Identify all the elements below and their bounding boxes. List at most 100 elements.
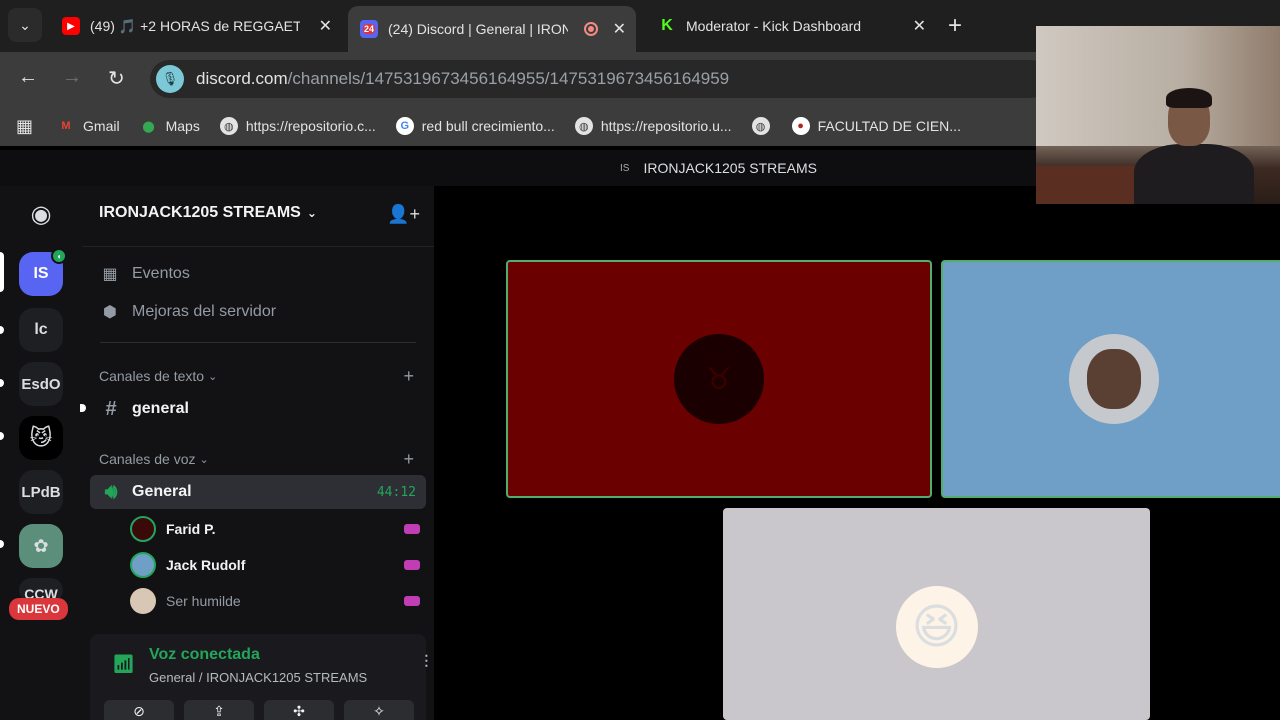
speaker-icon: 🔊︎ xyxy=(104,480,118,503)
bookmark-gmail[interactable]: M Gmail xyxy=(57,117,120,135)
bookmark-repositorio-c[interactable]: ◍ https://repositorio.c... xyxy=(219,117,376,135)
discord-app: IS IRONJACK1205 STREAMS ◉ IS ◖ lc EsdO 😼… xyxy=(0,150,1280,720)
share-screen-button[interactable]: ⇪ xyxy=(184,700,254,720)
voice-stage: ♉ 😆 xyxy=(434,186,1280,720)
unread-indicator xyxy=(0,326,4,334)
events-item[interactable]: ▦ Eventos xyxy=(100,264,190,284)
server-image-icon: ✿ xyxy=(33,535,49,556)
bookmark-google-search[interactable]: G red bull crecimiento... xyxy=(395,117,555,135)
bookmark-label: FACULTAD DE CIEN... xyxy=(817,118,961,134)
server-icon-is[interactable]: IS ◖ xyxy=(19,248,67,296)
tab-kick[interactable]: K Moderator - Kick Dashboard ✕ xyxy=(646,8,936,44)
forward-button[interactable]: → xyxy=(62,66,82,89)
user-name: Jack Rudolf xyxy=(166,557,246,573)
unread-indicator xyxy=(0,379,4,387)
unread-indicator xyxy=(80,404,86,412)
globe-icon: ◍ xyxy=(219,117,238,135)
server-icon-image[interactable]: ✿ xyxy=(19,524,63,568)
channel-name: general xyxy=(132,400,189,417)
discord-home-button[interactable]: ◉ xyxy=(19,192,63,236)
laughing-face-icon: 😆 xyxy=(911,601,962,654)
tab-search-button[interactable]: ⌄ xyxy=(8,8,42,42)
new-tab-button[interactable]: + xyxy=(948,12,962,40)
server-icon-cat[interactable]: 😼 xyxy=(19,416,63,460)
voice-user[interactable]: Farid P. xyxy=(130,514,420,544)
bookmark-label: red bull crecimiento... xyxy=(421,118,555,134)
close-icon[interactable]: ✕ xyxy=(913,16,926,36)
user-name: Ser humilde xyxy=(166,593,241,609)
server-label: lc xyxy=(34,321,48,338)
server-icon-lc[interactable]: lc xyxy=(19,308,63,352)
tab-youtube[interactable]: ▶ (49) 🎵 +2 HORAS de REGGAETON ✕ xyxy=(50,8,342,44)
kick-icon: K xyxy=(658,17,676,35)
webcam-background xyxy=(1036,26,1280,146)
voice-user[interactable]: Jack Rudolf xyxy=(130,550,420,580)
bookmark-globe[interactable]: ◍ xyxy=(751,117,778,135)
activity-icon xyxy=(404,560,420,570)
voice-timer: 44:12 xyxy=(376,484,416,500)
close-icon[interactable]: ✕ xyxy=(613,19,626,39)
voice-channels-category[interactable]: Canales de voz ⌄ xyxy=(99,451,209,467)
signal-icon[interactable]: 📶︎ xyxy=(112,654,135,675)
category-label: Canales de voz xyxy=(99,451,196,467)
channel-general-voice[interactable]: 🔊︎ General 44:12 xyxy=(90,475,426,509)
participant-tile[interactable] xyxy=(941,260,1280,498)
discord-logo-icon: ◉ xyxy=(30,200,52,228)
microphone-icon[interactable]: 🎙 xyxy=(156,65,184,93)
channel-sidebar: IRONJACK1205 STREAMS ⌄ 👤+ ▦ Eventos ⬢ Me… xyxy=(80,186,486,720)
back-button[interactable]: ← xyxy=(18,66,38,89)
youtube-icon: ▶ xyxy=(62,17,80,35)
add-channel-button[interactable]: + xyxy=(403,449,414,470)
tab-discord[interactable]: 24 (24) Discord | General | IRONJACK ✕ xyxy=(348,6,636,52)
channel-general-text[interactable]: # general xyxy=(90,392,426,426)
window-title: IS IRONJACK1205 STREAMS xyxy=(620,160,817,176)
soundboard-button[interactable]: ✧ xyxy=(344,700,414,720)
camera-off-icon: ⊘ xyxy=(133,703,145,719)
camera-off-button[interactable]: ⊘ xyxy=(104,700,174,720)
reload-button[interactable]: ↻ xyxy=(108,66,125,91)
server-label: IS xyxy=(33,265,49,282)
avatar: ♉ xyxy=(674,334,764,424)
voice-status[interactable]: Voz conectada xyxy=(149,646,260,664)
close-icon[interactable]: ✕ xyxy=(319,16,332,36)
voice-location[interactable]: General / IRONJACK1205 STREAMS xyxy=(149,670,367,685)
voice-user[interactable]: Ser humilde xyxy=(130,586,420,616)
bookmark-repositorio-u[interactable]: ◍ https://repositorio.u... xyxy=(574,117,732,135)
bookmark-facultad[interactable]: ● FACULTAD DE CIEN... xyxy=(791,117,961,135)
participant-tile[interactable]: ♉ xyxy=(506,260,932,498)
text-channels-category[interactable]: Canales de texto ⌄ xyxy=(99,368,217,384)
nuevo-badge[interactable]: NUEVO xyxy=(9,598,68,620)
server-icon-esdo[interactable]: EsdO xyxy=(19,362,63,406)
invite-people-icon[interactable]: 👤+ xyxy=(387,204,420,225)
add-channel-button[interactable]: + xyxy=(403,366,414,387)
activities-button[interactable]: ✣ xyxy=(264,700,334,720)
server-icon-lpdb[interactable]: LPdB xyxy=(19,470,63,514)
url-field[interactable]: 🎙 discord.com/channels/14753196734561649… xyxy=(150,60,1050,98)
participant-tile[interactable]: 😆 xyxy=(723,508,1150,720)
bookmark-label: Gmail xyxy=(83,118,120,134)
server-boosts-item[interactable]: ⬢ Mejoras del servidor xyxy=(100,302,276,322)
server-name: IRONJACK1205 STREAMS xyxy=(99,204,301,221)
channel-name: General xyxy=(132,483,192,500)
apps-grid-icon[interactable]: ▦ xyxy=(16,116,33,137)
server-label: LPdB xyxy=(21,483,61,501)
avatar: 😆 xyxy=(891,582,982,672)
bookmark-maps[interactable]: ⬤ Maps xyxy=(140,117,200,135)
activity-icon xyxy=(404,596,420,606)
recording-icon xyxy=(584,22,598,36)
events-label: Eventos xyxy=(132,265,190,282)
bookmark-label: Maps xyxy=(165,118,200,134)
user-name: Farid P. xyxy=(166,521,216,537)
webcam-overlay[interactable] xyxy=(1036,26,1280,204)
server-name-header[interactable]: IRONJACK1205 STREAMS ⌄ xyxy=(99,204,317,222)
share-screen-icon: ⇪ xyxy=(213,703,225,719)
calendar-icon: ▦ xyxy=(102,266,118,283)
avatar xyxy=(130,588,156,614)
unread-indicator xyxy=(0,432,4,440)
voice-action-row: ⊘ ⇪ ✣ ✧ xyxy=(104,700,414,720)
boosts-label: Mejoras del servidor xyxy=(132,303,277,320)
soundboard-icon[interactable]: ⫶ xyxy=(424,652,429,673)
url-host: discord.com xyxy=(196,69,288,88)
chevron-down-icon: ⌄ xyxy=(208,370,218,383)
avatar xyxy=(130,552,156,578)
